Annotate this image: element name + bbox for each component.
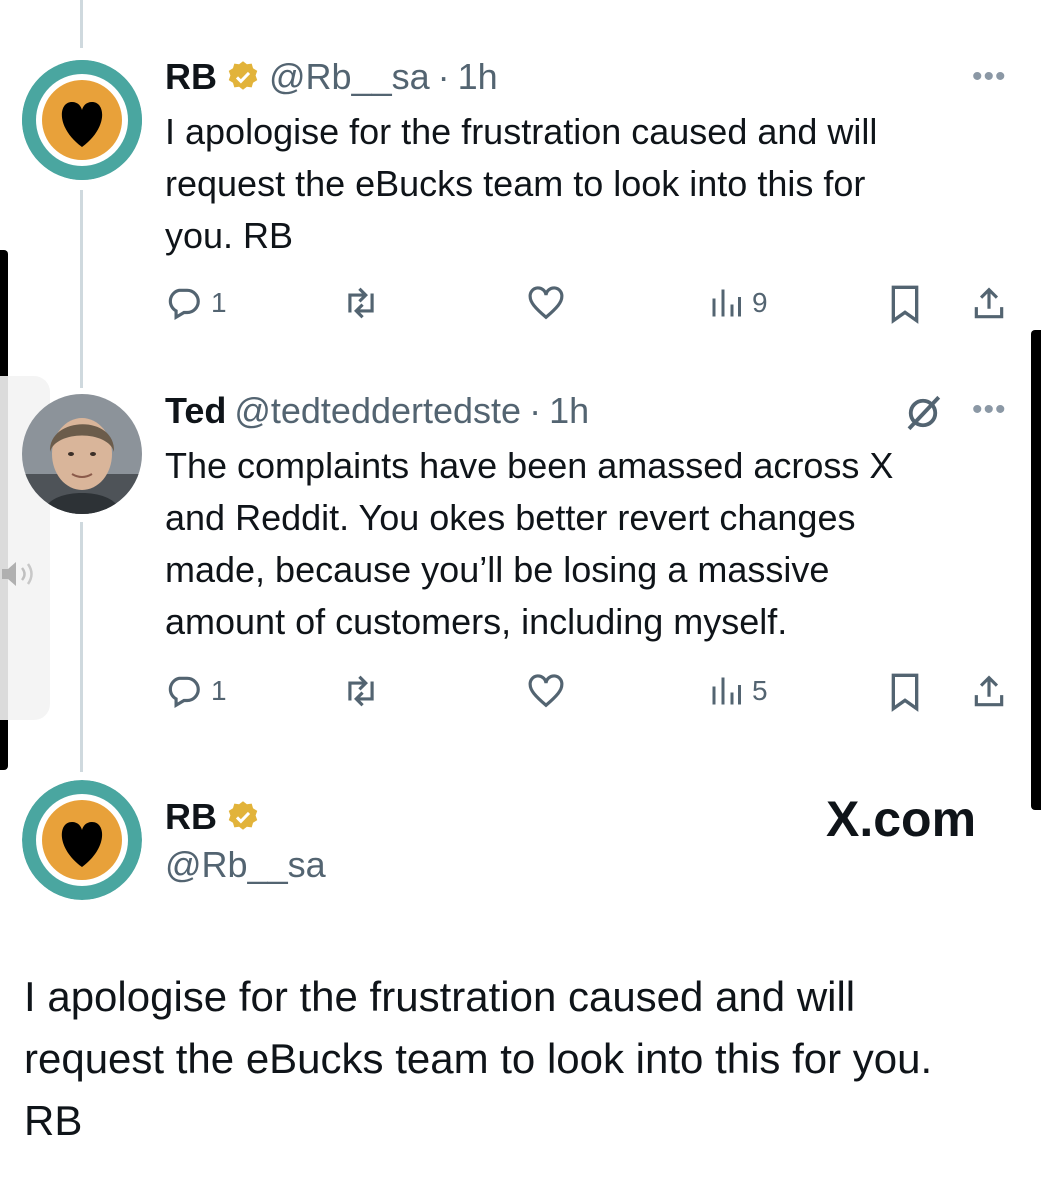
display-name[interactable]: RB — [165, 56, 217, 98]
bookmark-button[interactable] — [888, 284, 922, 324]
like-icon — [528, 674, 564, 708]
bookmark-icon — [891, 285, 919, 324]
views-count: 5 — [752, 675, 768, 706]
views-button[interactable]: 9 — [708, 284, 768, 322]
views-icon — [712, 289, 741, 317]
share-icon — [974, 287, 1004, 319]
reply-icon — [168, 288, 200, 321]
bookmark-button[interactable] — [888, 672, 922, 712]
thread-line — [80, 0, 83, 48]
reply-count: 1 — [211, 675, 227, 706]
timestamp[interactable]: 1h — [549, 390, 589, 432]
views-button[interactable]: 5 — [708, 672, 768, 710]
right-edge-shadow — [1031, 330, 1041, 810]
tweet-header: RB @Rb__sa · 1h — [165, 56, 498, 98]
handle[interactable]: @Rb__sa — [165, 844, 326, 886]
avatar-photo — [22, 394, 142, 514]
thread-line — [80, 190, 83, 388]
retweet-icon — [348, 287, 374, 319]
volume-icon — [2, 558, 42, 595]
retweet-button[interactable] — [340, 672, 382, 710]
verified-badge-icon — [228, 801, 258, 830]
bookmark-icon — [891, 673, 919, 712]
brand-logo: X.com — [826, 791, 977, 847]
timestamp[interactable]: 1h — [458, 56, 498, 98]
card-text: I apologise for the frustration caused a… — [24, 973, 933, 1144]
display-name[interactable]: RB — [165, 796, 217, 838]
share-icon — [974, 675, 1004, 707]
retweet-icon — [348, 675, 374, 707]
avatar[interactable] — [22, 780, 142, 900]
avatar[interactable] — [22, 60, 142, 180]
like-button[interactable] — [526, 284, 566, 322]
thread-line — [80, 522, 83, 772]
more-icon[interactable]: ••• — [972, 60, 1007, 94]
views-count: 9 — [752, 287, 768, 318]
reply-button[interactable]: 1 — [165, 672, 227, 710]
like-button[interactable] — [526, 672, 566, 710]
reply-button[interactable]: 1 — [165, 284, 227, 322]
heart-icon — [22, 60, 142, 180]
separator-dot: · — [529, 390, 542, 431]
reply-count: 1 — [211, 287, 227, 318]
views-icon — [712, 677, 741, 705]
verified-badge-icon — [228, 61, 258, 90]
tweet-text: The complaints have been amassed across … — [165, 445, 894, 642]
grok-icon[interactable] — [902, 392, 944, 439]
reply-icon — [168, 676, 200, 709]
card-header: RB — [165, 796, 261, 838]
share-button[interactable] — [970, 672, 1008, 712]
display-name[interactable]: Ted — [165, 390, 226, 432]
share-button[interactable] — [970, 284, 1008, 324]
handle[interactable]: @tedteddertedste — [234, 390, 521, 432]
tweet-text: I apologise for the frustration caused a… — [165, 111, 878, 256]
avatar[interactable] — [22, 394, 142, 514]
handle[interactable]: @Rb__sa — [269, 56, 430, 98]
separator-dot: · — [437, 56, 450, 97]
like-icon — [528, 286, 564, 320]
more-icon[interactable]: ••• — [972, 393, 1007, 427]
heart-icon — [22, 780, 142, 900]
tweet-header: Ted @tedteddertedste · 1h — [165, 390, 589, 432]
retweet-button[interactable] — [340, 284, 382, 322]
